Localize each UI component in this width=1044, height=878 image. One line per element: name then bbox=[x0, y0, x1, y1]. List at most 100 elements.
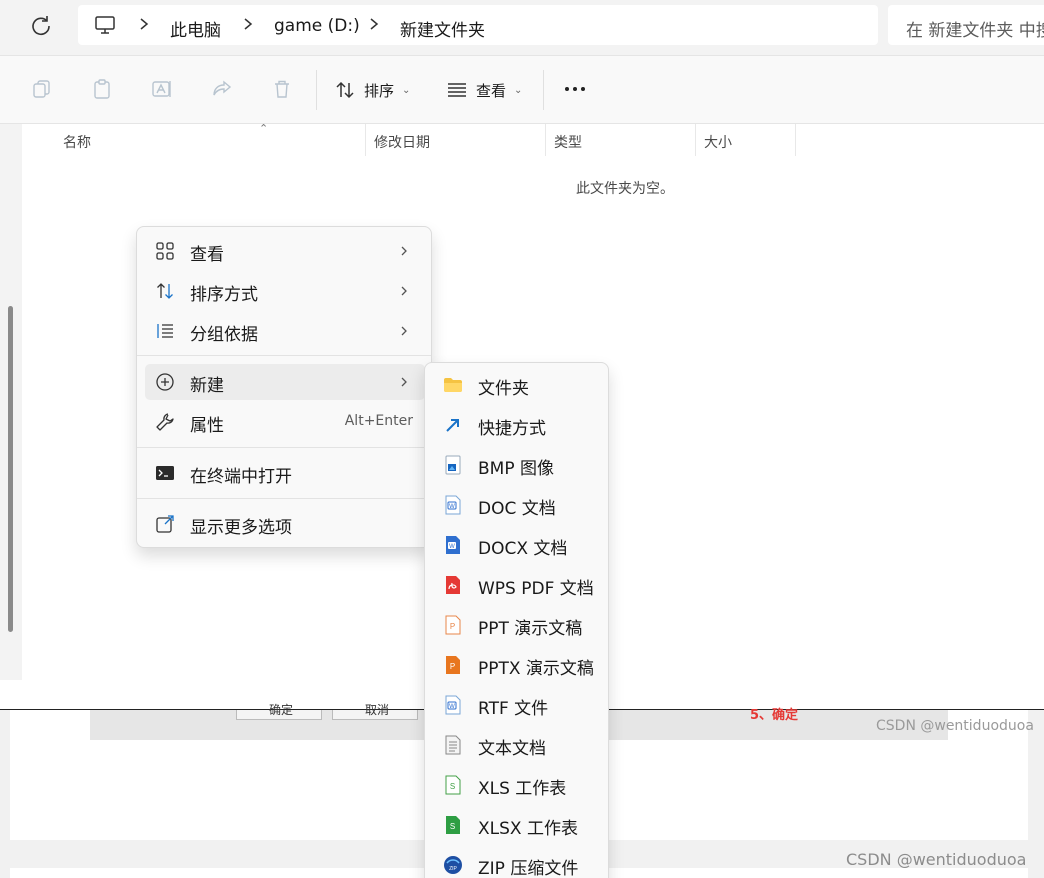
column-header-modified[interactable]: 修改日期 bbox=[366, 124, 546, 156]
sort-icon bbox=[157, 283, 173, 299]
delete-icon[interactable] bbox=[271, 78, 293, 100]
chevron-right-icon bbox=[370, 18, 379, 30]
submenu-item-label: DOC 文档 bbox=[478, 499, 556, 519]
submenu-item-label: ZIP 压缩文件 bbox=[478, 859, 579, 878]
menu-item-label: 在终端中打开 bbox=[190, 467, 292, 487]
menu-item-label: 排序方式 bbox=[190, 285, 258, 305]
background-cancel-button: 取消 bbox=[332, 703, 418, 720]
chevron-right-icon bbox=[401, 246, 407, 256]
menu-item-new[interactable]: 新建 bbox=[145, 364, 425, 400]
terminal-icon bbox=[156, 466, 174, 480]
submenu-item-ppt[interactable]: P PPT 演示文稿 bbox=[433, 607, 601, 643]
refresh-icon[interactable] bbox=[28, 13, 54, 39]
breadcrumb-this-pc[interactable]: 此电脑 bbox=[170, 16, 221, 41]
group-icon bbox=[157, 324, 173, 338]
nav-scrollbar[interactable] bbox=[8, 306, 13, 632]
menu-item-properties[interactable]: 属性 Alt+Enter bbox=[145, 404, 425, 440]
xlsx-file-icon: S bbox=[446, 816, 460, 834]
toolbar-divider bbox=[543, 70, 544, 110]
menu-item-group-by[interactable]: 分组依据 bbox=[145, 313, 425, 349]
toolbar-divider bbox=[316, 70, 317, 110]
menu-item-show-more-options[interactable]: 显示更多选项 bbox=[145, 506, 425, 542]
submenu-item-pptx[interactable]: P PPTX 演示文稿 bbox=[433, 647, 601, 683]
command-bar: 排序 ⌄ 查看 ⌄ bbox=[0, 56, 1044, 124]
docx-file-icon: W bbox=[446, 536, 460, 554]
background-cancel-label: 取消 bbox=[365, 703, 390, 717]
svg-text:P: P bbox=[450, 622, 455, 631]
copy-icon[interactable] bbox=[31, 78, 53, 100]
search-input[interactable]: 在 新建文件夹 中搜索 bbox=[888, 5, 1044, 45]
grid-icon bbox=[156, 242, 174, 260]
rename-icon[interactable] bbox=[151, 78, 173, 100]
address-bar-region: 此电脑 game (D:) 新建文件夹 在 新建文件夹 中搜索 bbox=[0, 0, 1044, 56]
view-label: 查看 bbox=[476, 81, 507, 100]
submenu-item-docx[interactable]: W DOCX 文档 bbox=[433, 527, 601, 563]
external-link-icon bbox=[156, 515, 174, 533]
bmp-file-icon bbox=[445, 455, 461, 475]
menu-separator bbox=[137, 498, 431, 499]
wrench-icon bbox=[156, 413, 174, 431]
submenu-item-rtf[interactable]: W RTF 文件 bbox=[433, 687, 601, 723]
submenu-item-shortcut[interactable]: 快捷方式 bbox=[433, 407, 601, 443]
submenu-item-label: 文本文档 bbox=[478, 739, 546, 759]
menu-item-view[interactable]: 查看 bbox=[145, 233, 425, 269]
menu-item-label: 新建 bbox=[190, 376, 224, 396]
svg-text:S: S bbox=[450, 782, 455, 791]
submenu-item-label: DOCX 文档 bbox=[478, 539, 568, 559]
svg-text:S: S bbox=[450, 822, 455, 831]
submenu-item-xls[interactable]: S XLS 工作表 bbox=[433, 767, 601, 803]
submenu-item-text[interactable]: 文本文档 bbox=[433, 727, 601, 763]
shortcut-label: Alt+Enter bbox=[344, 413, 413, 429]
svg-text:W: W bbox=[449, 544, 455, 550]
submenu-item-xlsx[interactable]: S XLSX 工作表 bbox=[433, 807, 601, 843]
context-menu: 查看 排序方式 分组依据 新建 属性 Alt+Enter 在终端中打开 显示更多… bbox=[136, 226, 432, 548]
empty-folder-message: 此文件夹为空。 bbox=[576, 181, 674, 197]
submenu-item-wps-pdf[interactable]: WPS PDF 文档 bbox=[433, 567, 601, 603]
view-button[interactable]: 查看 ⌄ bbox=[446, 76, 522, 104]
background-step-text: 5、确定 bbox=[750, 708, 799, 723]
sort-button[interactable]: 排序 ⌄ bbox=[334, 76, 410, 104]
sort-icon bbox=[336, 81, 354, 99]
background-ok-label: 确定 bbox=[269, 703, 294, 717]
column-header-size[interactable]: 大小 bbox=[696, 124, 796, 156]
svg-text:W: W bbox=[449, 504, 455, 510]
breadcrumb-folder[interactable]: 新建文件夹 bbox=[400, 16, 485, 41]
doc-file-icon: W bbox=[445, 495, 461, 515]
menu-item-label: 属性 bbox=[190, 416, 224, 436]
breadcrumb-drive[interactable]: game (D:) bbox=[274, 16, 360, 36]
submenu-item-label: XLSX 工作表 bbox=[478, 819, 578, 839]
shortcut-icon bbox=[446, 419, 459, 432]
submenu-item-label: 快捷方式 bbox=[478, 419, 546, 439]
menu-item-label: 显示更多选项 bbox=[190, 518, 292, 538]
chevron-right-icon bbox=[140, 18, 149, 30]
view-list-icon bbox=[448, 83, 466, 97]
share-icon[interactable] bbox=[211, 78, 233, 100]
svg-text:W: W bbox=[449, 704, 455, 710]
chevron-right-icon bbox=[244, 18, 253, 30]
column-type-label: 类型 bbox=[554, 135, 582, 151]
column-name-label: 名称 bbox=[63, 135, 91, 151]
submenu-item-bmp[interactable]: BMP 图像 bbox=[433, 447, 601, 483]
submenu-item-folder[interactable]: 文件夹 bbox=[433, 367, 601, 403]
submenu-item-label: PPT 演示文稿 bbox=[478, 619, 583, 639]
submenu-item-label: BMP 图像 bbox=[478, 459, 554, 479]
submenu-item-label: PPTX 演示文稿 bbox=[478, 659, 594, 679]
svg-text:P: P bbox=[450, 662, 455, 671]
submenu-item-zip[interactable]: ZIP ZIP 压缩文件 bbox=[433, 847, 601, 878]
address-field[interactable]: 此电脑 game (D:) 新建文件夹 bbox=[78, 5, 878, 45]
menu-item-sort-by[interactable]: 排序方式 bbox=[145, 273, 425, 309]
menu-item-open-terminal[interactable]: 在终端中打开 bbox=[145, 455, 425, 491]
ppt-file-icon: P bbox=[445, 615, 461, 635]
chevron-down-icon: ⌄ bbox=[514, 84, 523, 96]
menu-item-label: 分组依据 bbox=[190, 325, 258, 345]
outer-watermark: CSDN @wentiduoduoa bbox=[846, 850, 1027, 869]
submenu-item-doc[interactable]: W DOC 文档 bbox=[433, 487, 601, 523]
column-header-name[interactable]: 名称 ⌃ bbox=[55, 122, 366, 156]
column-header-type[interactable]: 类型 bbox=[546, 124, 696, 156]
more-options-icon[interactable] bbox=[562, 76, 588, 102]
submenu-item-label: XLS 工作表 bbox=[478, 779, 567, 799]
navigation-pane[interactable] bbox=[0, 124, 22, 680]
menu-item-label: 查看 bbox=[190, 245, 224, 265]
rtf-file-icon: W bbox=[445, 695, 461, 715]
paste-icon[interactable] bbox=[91, 78, 113, 100]
